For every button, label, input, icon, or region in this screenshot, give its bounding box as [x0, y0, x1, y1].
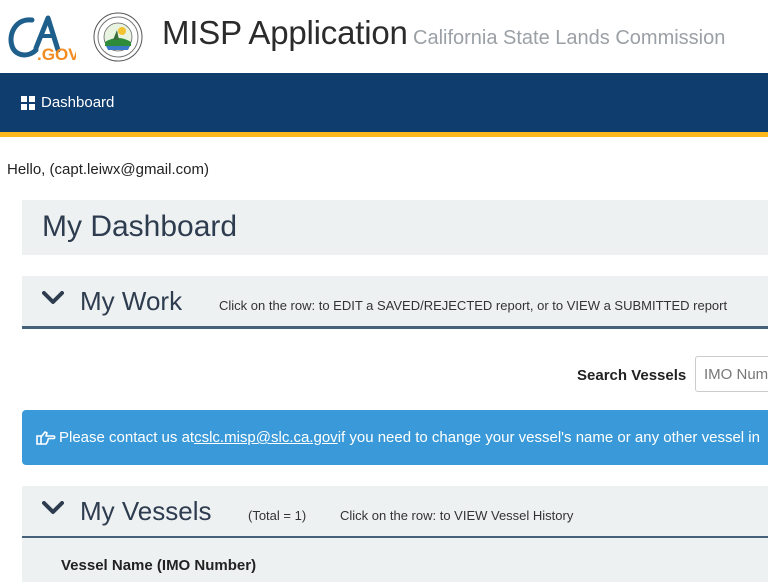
- page-title: My Dashboard: [42, 210, 238, 243]
- grid-icon: [21, 95, 35, 110]
- hand-pointing-icon: [36, 430, 56, 445]
- alert-text-prefix: Please contact us at: [59, 429, 195, 446]
- my-work-title: My Work: [80, 286, 183, 316]
- chevron-down-icon[interactable]: [42, 501, 64, 515]
- my-work-hint: Click on the row: to EDIT a SAVED/REJECT…: [219, 298, 728, 313]
- contact-alert: Please contact us at cslc.misp@slc.ca.go…: [22, 410, 768, 465]
- contact-email-link[interactable]: cslc.misp@slc.ca.gov: [194, 429, 338, 446]
- my-vessels-hint: Click on the row: to VIEW Vessel History: [340, 508, 574, 523]
- vessels-total-count: (Total = 1): [248, 508, 307, 523]
- my-vessels-section-header[interactable]: My Vessels (Total = 1) Click on the row:…: [22, 486, 768, 539]
- nav-item-label: Dashboard: [41, 94, 115, 111]
- chevron-down-icon[interactable]: [42, 291, 64, 305]
- main-navbar: Dashboard: [0, 73, 768, 137]
- ca-gov-logo[interactable]: .GOV: [6, 10, 76, 62]
- app-title: MISP Application: [162, 14, 408, 51]
- my-vessels-title: My Vessels: [80, 496, 212, 526]
- commission-seal: [93, 12, 143, 62]
- nav-item-dashboard[interactable]: Dashboard: [21, 94, 114, 111]
- site-header: .GOV MISP Application California State L…: [0, 0, 768, 73]
- my-work-section-header[interactable]: My Work Click on the row: to EDIT a SAVE…: [22, 276, 768, 329]
- app-subtitle: California State Lands Commission: [413, 27, 726, 49]
- vessels-table-header: Vessel Name (IMO Number): [22, 538, 768, 582]
- imo-search-input[interactable]: [695, 356, 768, 392]
- alert-text-suffix: if you need to change your vessel's name…: [337, 429, 760, 446]
- column-header-vessel-name[interactable]: Vessel Name (IMO Number): [61, 557, 256, 574]
- svg-text:.GOV: .GOV: [37, 45, 76, 62]
- search-vessels-label: Search Vessels: [577, 367, 687, 384]
- user-greeting: Hello, (capt.leiwx@gmail.com): [7, 161, 209, 178]
- dashboard-title-panel: My Dashboard: [22, 200, 768, 255]
